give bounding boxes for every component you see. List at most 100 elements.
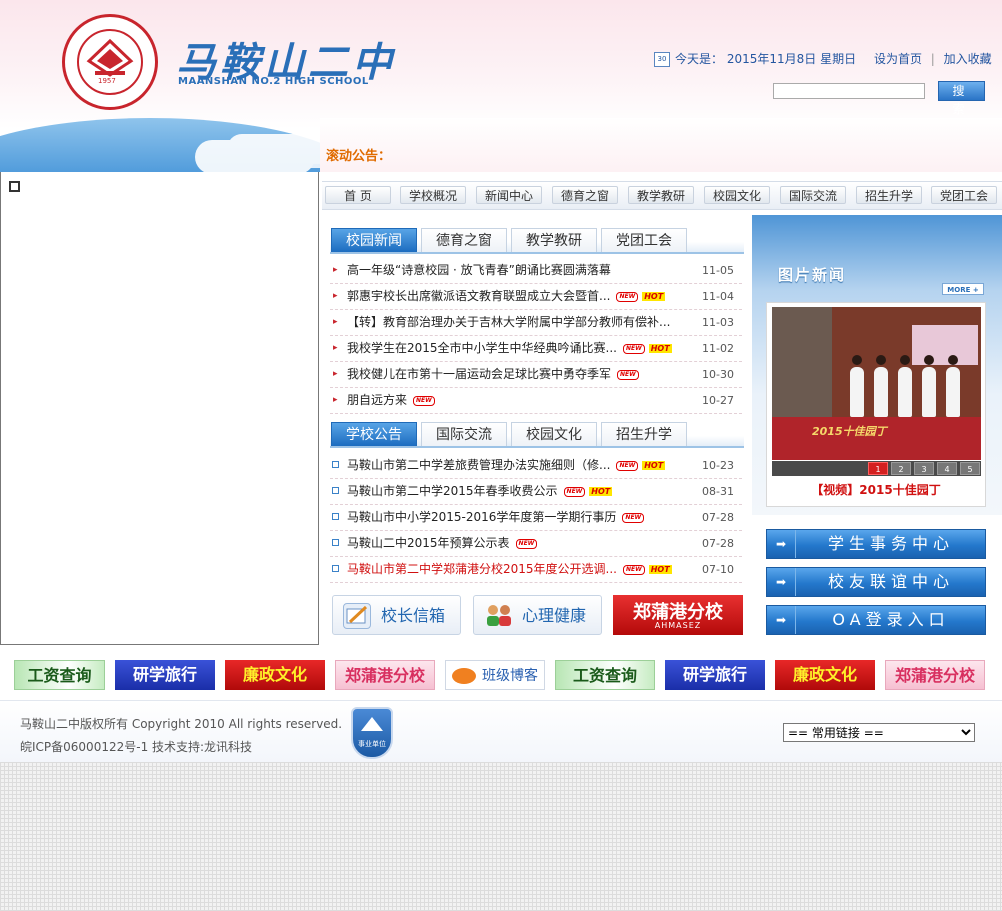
list-item-date: 11-04 (702, 290, 734, 303)
school-seal-logo[interactable]: 1957 (62, 14, 158, 110)
list-item[interactable]: ▸ 我校学生在2015全市中小学生中华经典吟诵比赛... NEW HOT 11-02 (330, 336, 742, 362)
list-item-title-text: 马鞍山市中小学2015-2016学年度第一学期行事历 (347, 510, 617, 524)
nav-home[interactable]: 首 页 (325, 186, 391, 204)
tab-admissions[interactable]: 招生升学 (601, 422, 687, 446)
pager-page-1[interactable]: 1 (868, 462, 888, 475)
nav-news-center[interactable]: 新闻中心 (476, 186, 542, 204)
list-item[interactable]: 马鞍山市中小学2015-2016学年度第一学期行事历 NEW 07-28 (330, 505, 742, 531)
copyright-text: 马鞍山二中版权所有 Copyright 2010 All rights rese… (20, 717, 343, 731)
nav-teaching-research[interactable]: 教学教研 (628, 186, 694, 204)
set-home-link[interactable]: 设为首页 (874, 52, 922, 66)
student-affairs-label: 学生事务中心 (827, 534, 954, 553)
banner-class-blog[interactable]: 班级博客 (445, 660, 545, 690)
list-item-title[interactable]: 我校健儿在市第十一届运动会足球比赛中勇夺季军 NEW (347, 362, 639, 387)
photo-caption[interactable]: 【视频】2015十佳园丁 (766, 481, 986, 498)
principal-mailbox-button[interactable]: 校长信箱 (332, 595, 461, 635)
nav-party-union[interactable]: 党团工会 (931, 186, 997, 204)
photo-stage-text: 2015十佳园丁 (812, 425, 887, 438)
new-badge: NEW (563, 486, 586, 497)
list-item-title[interactable]: 高一年级“诗意校园 · 放飞青春”朗诵比赛圆满落幕 (347, 258, 611, 283)
banner-zpg-branch[interactable]: 郑蒲港分校 (885, 660, 985, 690)
arrow-right-icon: ➡ (767, 568, 796, 596)
notice-band (320, 118, 1002, 172)
photo-news-image[interactable]: 2015十佳园丁 (772, 307, 981, 460)
hot-badge: HOT (642, 461, 666, 470)
more-button[interactable]: MORE + (942, 283, 984, 295)
list-item[interactable]: ▸ 我校健儿在市第十一届运动会足球比赛中勇夺季军 NEW 10-30 (330, 362, 742, 388)
list-item-title[interactable]: 马鞍山市第二中学2015年春季收费公示 NEW HOT (347, 479, 613, 504)
list-item-title[interactable]: 马鞍山市第二中学郑蒲港分校2015年度公开选调... NEW HOT (347, 557, 672, 582)
alumni-button[interactable]: ➡ 校友联谊中心 (766, 567, 986, 597)
nav-moral-education[interactable]: 德育之窗 (552, 186, 618, 204)
list-item-title[interactable]: 马鞍山二中2015年预算公示表 NEW (347, 531, 538, 556)
add-favorite-link[interactable]: 加入收藏 (944, 52, 992, 66)
banner-salary-query[interactable]: 工资查询 (555, 660, 655, 690)
nav-international[interactable]: 国际交流 (780, 186, 846, 204)
tab-moral-education[interactable]: 德育之窗 (421, 228, 507, 252)
tab-teaching-research[interactable]: 教学教研 (511, 228, 597, 252)
square-bullet-icon (332, 539, 339, 546)
plugin-placeholder-icon[interactable] (9, 181, 20, 192)
arrow-right-icon: ➡ (767, 530, 796, 558)
nav-campus-culture[interactable]: 校园文化 (704, 186, 770, 204)
list-item-title-text: 马鞍山市第二中学差旅费管理办法实施细则（修... (347, 458, 611, 472)
date-toolbar: 30 今天是： 2015年11月8日 星期日 设为首页 | 加入收藏 (654, 50, 992, 67)
list-item-title[interactable]: 我校学生在2015全市中小学生中华经典吟诵比赛... NEW HOT (347, 336, 672, 361)
list-item[interactable]: 马鞍山市第二中学郑蒲港分校2015年度公开选调... NEW HOT 07-10 (330, 557, 742, 583)
search-button[interactable]: 搜 索 (938, 81, 985, 116)
mountain-icon (361, 717, 383, 731)
banner-study-tour[interactable]: 研学旅行 (115, 660, 215, 690)
tab-international[interactable]: 国际交流 (421, 422, 507, 446)
list-item-date: 08-31 (702, 485, 734, 498)
mental-health-button[interactable]: 心理健康 (473, 595, 602, 635)
pager-page-5[interactable]: 5 (960, 462, 980, 475)
list-item-title[interactable]: 朋自远方来 NEW (347, 388, 435, 413)
banner-study-tour[interactable]: 研学旅行 (665, 660, 765, 690)
tab-party-union[interactable]: 党团工会 (601, 228, 687, 252)
arrow-bullet-icon: ▸ (333, 265, 338, 275)
list-item-title[interactable]: 【转】教育部治理办关于吉林大学附属中学部分教师有偿补... (347, 310, 670, 335)
tab-campus-news[interactable]: 校园新闻 (331, 228, 417, 252)
nav-school-profile[interactable]: 学校概况 (400, 186, 466, 204)
list-item-date: 11-03 (702, 316, 734, 329)
common-links-select[interactable]: == 常用链接 == (783, 723, 975, 742)
list-item[interactable]: ▸ 【转】教育部治理办关于吉林大学附属中学部分教师有偿补... 11-03 (330, 310, 742, 336)
banner-integrity-culture[interactable]: 廉政文化 (775, 660, 875, 690)
tab-school-notice[interactable]: 学校公告 (331, 422, 417, 446)
main-nav: 首 页 学校概况 新闻中心 德育之窗 教学教研 校园文化 国际交流 招生升学 党… (322, 181, 1002, 210)
pager-page-3[interactable]: 3 (914, 462, 934, 475)
new-badge: NEW (622, 564, 645, 575)
banner-integrity-culture[interactable]: 廉政文化 (225, 660, 325, 690)
list-item-date: 11-02 (702, 342, 734, 355)
nav-admissions[interactable]: 招生升学 (856, 186, 922, 204)
zpg-branch-button[interactable]: 郑蒲港分校 AHMASEZ (613, 595, 743, 635)
gov-unit-label: 事业单位 (358, 740, 386, 748)
list-item-title-text: 马鞍山市第二中学2015年春季收费公示 (347, 484, 558, 498)
banner-salary-query[interactable]: 工资查询 (14, 660, 105, 690)
search-input[interactable] (773, 83, 925, 99)
pager-page-4[interactable]: 4 (937, 462, 957, 475)
list-item[interactable]: 马鞍山市第二中学2015年春季收费公示 NEW HOT 08-31 (330, 479, 742, 505)
list-item-title[interactable]: 马鞍山市第二中学差旅费管理办法实施细则（修... NEW HOT (347, 453, 666, 478)
date-value: 2015年11月8日 星期日 (726, 52, 857, 66)
student-affairs-button[interactable]: ➡ 学生事务中心 (766, 529, 986, 559)
list-item[interactable]: ▸ 朋自远方来 NEW 10-27 (330, 388, 742, 414)
list-item[interactable]: 马鞍山二中2015年预算公示表 NEW 07-28 (330, 531, 742, 557)
oa-login-button[interactable]: ➡ OA登录入口 (766, 605, 986, 635)
new-badge: NEW (616, 460, 639, 471)
pager-page-2[interactable]: 2 (891, 462, 911, 475)
list-item-title[interactable]: 马鞍山市中小学2015-2016学年度第一学期行事历 NEW (347, 505, 645, 530)
list-item[interactable]: ▸ 郭惠宇校长出席徽派语文教育联盟成立大会暨首... NEW HOT 11-04 (330, 284, 742, 310)
tab-campus-culture[interactable]: 校园文化 (511, 422, 597, 446)
list-item[interactable]: ▸ 高一年级“诗意校园 · 放飞青春”朗诵比赛圆满落幕 11-05 (330, 258, 742, 284)
list-item-title-text: 我校学生在2015全市中小学生中华经典吟诵比赛... (347, 341, 617, 355)
school-name-en: MAANSHAN NO.2 HIGH SCHOOL (178, 76, 369, 87)
scrolling-notice-label: 滚动公告： (326, 149, 392, 164)
arrow-right-icon: ➡ (767, 606, 796, 634)
list-item[interactable]: 马鞍山市第二中学差旅费管理办法实施细则（修... NEW HOT 10-23 (330, 453, 742, 479)
list-item-title[interactable]: 郭惠宇校长出席徽派语文教育联盟成立大会暨首... NEW HOT (347, 284, 666, 309)
arrow-bullet-icon: ▸ (333, 291, 338, 301)
new-badge: NEW (622, 343, 645, 354)
gov-unit-badge[interactable]: 事业单位 (351, 707, 393, 759)
banner-zpg-branch[interactable]: 郑蒲港分校 (335, 660, 435, 690)
